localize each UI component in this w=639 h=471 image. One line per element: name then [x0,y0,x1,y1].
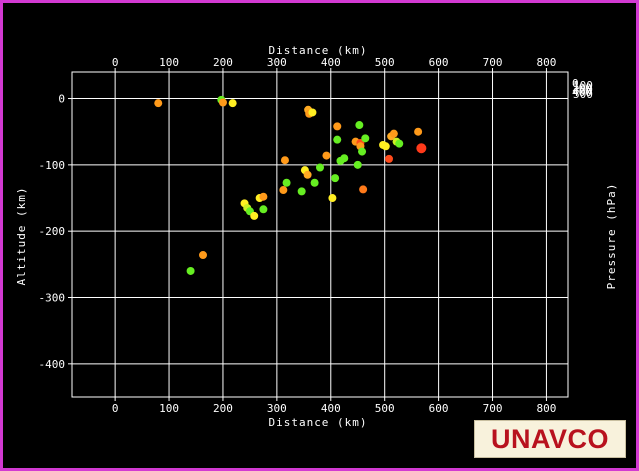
data-point [303,170,312,179]
data-point [259,205,268,214]
x-tick-label-top: 800 [536,56,556,69]
data-point [280,156,289,165]
data-point [414,127,423,136]
data-point [333,122,342,131]
x-tick-label-top: 600 [429,56,449,69]
x-tick-label-bottom: 400 [321,402,341,415]
data-point [259,192,268,201]
data-point [340,154,349,163]
data-point [395,139,404,148]
y-tick-label: -100 [39,159,66,172]
x-tick-label-bottom: 600 [429,402,449,415]
data-point [322,151,331,160]
y2-tick-label: 500 [573,88,593,101]
data-point [199,251,208,260]
x-tick-label-bottom: 200 [213,402,233,415]
x-tick-label-bottom: 300 [267,402,287,415]
y-tick-label: -400 [39,358,66,371]
x-tick-label-bottom: 700 [483,402,503,415]
data-point [328,194,337,203]
data-point [353,160,362,169]
x-tick-label-top: 100 [159,56,179,69]
data-point [331,174,340,183]
data-point [381,142,390,151]
y-tick-label: 0 [58,93,65,106]
plot-border [71,71,569,398]
data-point [385,154,394,163]
data-point [186,266,195,275]
x-tick-label-top: 200 [213,56,233,69]
x-axis-title-top: Distance (km) [268,44,367,57]
x-tick-label-top: 300 [267,56,287,69]
data-point [389,129,398,138]
unavco-logo: UNAVCO [474,420,626,458]
x-tick-label-bottom: 0 [112,402,119,415]
y-tick-label: -200 [39,225,66,238]
scatter-chart: 0 0 100 100 200 200 300 300 400 400 500 500 600 600 70… [15,44,618,429]
data-point [250,211,259,220]
grid [68,68,569,401]
x-axis-title-bottom: Distance (km) [268,416,367,429]
data-point [279,186,288,195]
data-point [316,163,324,172]
data-point [228,99,237,108]
data-point [297,187,306,196]
data-point [310,178,319,187]
data-points [154,95,427,275]
x-tick-label-top: 500 [375,56,395,69]
data-point [308,108,317,117]
y-tick-label: -300 [39,292,66,305]
logo-text: UNAVCO [490,423,609,454]
data-point [361,134,370,143]
data-point [282,178,291,187]
y-axis-title: Altitude (km) [15,186,28,285]
data-point [355,121,364,130]
data-point [218,98,227,107]
y2-axis-title: Pressure (hPa) [605,183,618,290]
x-tick-label-top: 700 [483,56,503,69]
x-tick-label-bottom: 800 [536,402,556,415]
x-tick-label-top: 0 [112,56,119,69]
data-point [333,135,342,144]
axis-ticks: 0 0 100 100 200 200 300 300 400 400 500 500 600 600 70… [39,56,593,415]
x-tick-label-top: 400 [321,56,341,69]
x-tick-label-bottom: 100 [159,402,179,415]
data-point [154,99,163,108]
data-point [416,143,427,154]
data-point [358,147,367,156]
data-point [359,185,368,194]
x-tick-label-bottom: 500 [375,402,395,415]
